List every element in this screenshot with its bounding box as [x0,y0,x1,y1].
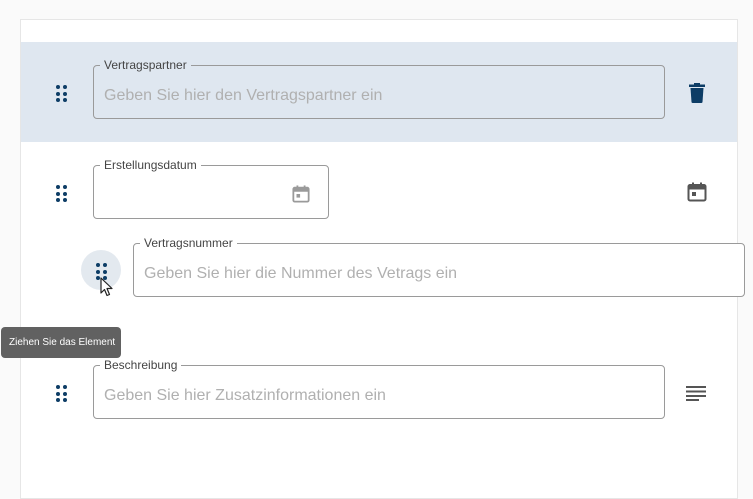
field-placeholder: Geben Sie hier den Vertragspartner ein [104,87,383,104]
beschreibung-field[interactable]: Beschreibung Geben Sie hier Zusatzinform… [93,358,665,419]
drag-handle-icon[interactable] [54,183,68,203]
field-label: Beschreibung [100,358,182,372]
vertragsnummer-field[interactable]: Vertragsnummer Geben Sie hier die Nummer… [133,236,745,297]
mouse-cursor-icon [100,277,113,297]
notes-icon[interactable] [686,385,707,401]
erstellungsdatum-field[interactable]: Erstellungsdatum [93,158,329,219]
drag-handle-icon[interactable] [54,383,68,403]
drag-tooltip: Ziehen Sie das Element [1,327,121,358]
field-label: Vertragspartner [100,58,191,72]
field-placeholder: Geben Sie hier die Nummer des Vetrags ei… [144,265,458,282]
trash-icon[interactable] [688,83,706,103]
field-label: Vertragsnummer [140,236,237,250]
calendar-icon[interactable] [687,182,707,202]
calendar-icon[interactable] [292,185,310,203]
drag-handle-icon[interactable] [54,83,68,103]
field-label: Erstellungsdatum [100,158,201,172]
vertragspartner-field[interactable]: Vertragspartner Geben Sie hier den Vertr… [93,58,665,119]
field-placeholder: Geben Sie hier Zusatzinformationen ein [104,387,386,404]
